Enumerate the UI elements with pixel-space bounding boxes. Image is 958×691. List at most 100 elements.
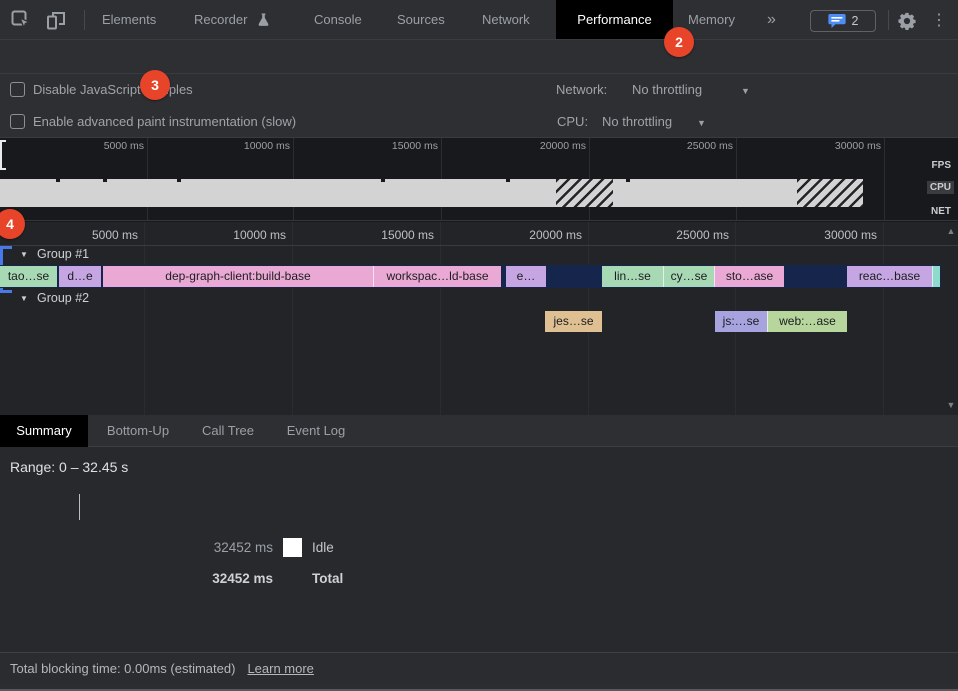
tab-elements[interactable]: Elements [102,0,156,40]
cpu-dip [56,179,60,182]
overview-tick: 5000 ms [64,140,144,153]
devtools-tab-bar: Elements Recorder Console Sources Networ… [0,0,958,40]
flame-bar[interactable]: tao…se [0,266,57,287]
donut-slice-divider [79,494,80,520]
overview-window-left-handle[interactable] [0,168,6,170]
settings-gear-icon[interactable] [897,11,916,30]
ruler-tick: 20000 ms [496,228,582,242]
legend-idle-value: 32452 ms [150,539,273,556]
ruler-tick: 15000 ms [348,228,434,242]
tab-memory[interactable]: Memory [688,0,735,40]
flame-bar[interactable]: e… [506,266,546,287]
chevron-down-icon[interactable]: ▼ [697,118,706,128]
three-dot-menu-icon[interactable]: ⋮ [931,12,947,28]
cpu-lane-label: CPU [927,181,954,194]
more-tabs-chevron-icon[interactable]: » [767,0,776,40]
ruler-divider [0,245,958,246]
overview-tick: 25000 ms [653,140,733,153]
feedback-button[interactable]: 2 [810,10,876,32]
overview-tick: 10000 ms [210,140,290,153]
cpu-dip [626,179,630,182]
chevron-down-icon[interactable]: ▼ [741,86,750,96]
gridline [292,222,293,415]
flask-icon [256,13,270,27]
advanced-paint-checkbox[interactable] [10,114,25,129]
gridline [440,222,441,415]
performance-toolbar: #4 ▼ Screenshots Memory Web Vitals [0,40,958,74]
flame-chart[interactable]: 5000 ms 10000 ms 15000 ms 20000 ms 25000… [0,222,958,415]
legend-total-value: 32452 ms [150,570,273,587]
speech-bubble-icon [828,13,846,29]
cpu-dip [103,179,107,182]
scroll-up-icon[interactable]: ▲ [944,226,958,236]
cpu-throttle-label: CPU: [557,106,588,138]
flame-bar[interactable]: d…e [59,266,101,287]
tab-recorder[interactable]: Recorder [194,0,247,40]
step-badge-3: 3 [140,70,170,100]
tab-call-tree[interactable]: Call Tree [197,415,259,447]
tab-event-log[interactable]: Event Log [280,415,352,447]
scroll-down-icon[interactable]: ▼ [944,400,958,410]
step-badge-2: 2 [664,27,694,57]
legend-idle-label: Idle [312,539,334,556]
tab-sources[interactable]: Sources [397,0,445,40]
flame-bar[interactable]: reac…base [847,266,932,287]
divider [0,220,958,221]
disable-js-samples-checkbox[interactable] [10,82,25,97]
feedback-count: 2 [852,14,859,28]
group-2-header[interactable]: Group #2 [37,291,89,305]
fps-lane-label: FPS [929,159,954,172]
ruler-tick: 25000 ms [643,228,729,242]
toolbar-divider [888,10,889,30]
network-throttle-select[interactable]: No throttling [632,74,702,106]
summary-pane: Range: 0 – 32.45 s 32452 ms 32452 ms Idl… [0,447,958,652]
overview-tick: 20000 ms [506,140,586,153]
flame-bar[interactable]: web:…ase [767,311,847,332]
tab-performance[interactable]: Performance [556,0,673,40]
overview-tick: 30000 ms [801,140,881,153]
flame-bar[interactable]: jes…se [545,311,602,332]
tab-summary[interactable]: Summary [0,415,88,447]
cpu-activity-area [0,179,863,207]
inspect-element-icon[interactable] [10,9,32,31]
learn-more-link[interactable]: Learn more [247,661,313,676]
tab-bottom-up[interactable]: Bottom-Up [100,415,176,447]
flame-bar[interactable]: lin…se [602,266,663,287]
overview-window-left-handle[interactable] [0,140,6,142]
cpu-hatched-region [556,179,613,207]
tab-network[interactable]: Network [482,0,530,40]
ruler-tick: 10000 ms [200,228,286,242]
capture-options-row-2: Enable advanced paint instrumentation (s… [0,106,958,138]
status-footer: Total blocking time: 0.00ms (estimated) … [0,652,958,684]
legend-idle-swatch [283,538,302,557]
devtools-performance-panel: Elements Recorder Console Sources Networ… [0,0,958,691]
selection-bracket [0,290,12,293]
flame-bar[interactable]: cy…se [663,266,714,287]
total-blocking-time-text: Total blocking time: 0.00ms (estimated) [10,661,235,676]
net-lane-label: NET [928,205,954,218]
flame-bar[interactable] [932,266,940,287]
advanced-paint-label[interactable]: Enable advanced paint instrumentation (s… [33,106,296,138]
flame-bar[interactable]: sto…ase [714,266,784,287]
gridline [884,138,885,220]
details-tab-bar: Summary Bottom-Up Call Tree Event Log [0,415,958,447]
range-label: Range: 0 – 32.45 s [10,459,128,475]
ruler-tick: 5000 ms [52,228,138,242]
overview-window-left-handle[interactable] [0,140,2,170]
cpu-dip [506,179,510,182]
gridline [144,222,145,415]
window-bottom-edge [0,684,958,691]
cpu-hatched-region [797,179,863,207]
chevron-down-icon[interactable]: ▼ [20,294,28,303]
flame-bar[interactable]: dep-graph-client:build-base [103,266,373,287]
device-toolbar-icon[interactable] [45,9,67,31]
group-1-header[interactable]: Group #1 [37,247,89,261]
flame-bar[interactable]: js:…se [715,311,767,332]
cpu-dip [381,179,385,182]
timeline-overview[interactable]: 5000 ms 10000 ms 15000 ms 20000 ms 25000… [0,138,958,222]
tab-console[interactable]: Console [314,0,362,40]
cpu-throttle-select[interactable]: No throttling [602,106,672,138]
flame-bar[interactable]: workspac…ld-base [373,266,501,287]
overview-tick: 15000 ms [358,140,438,153]
chevron-down-icon[interactable]: ▼ [20,250,28,259]
